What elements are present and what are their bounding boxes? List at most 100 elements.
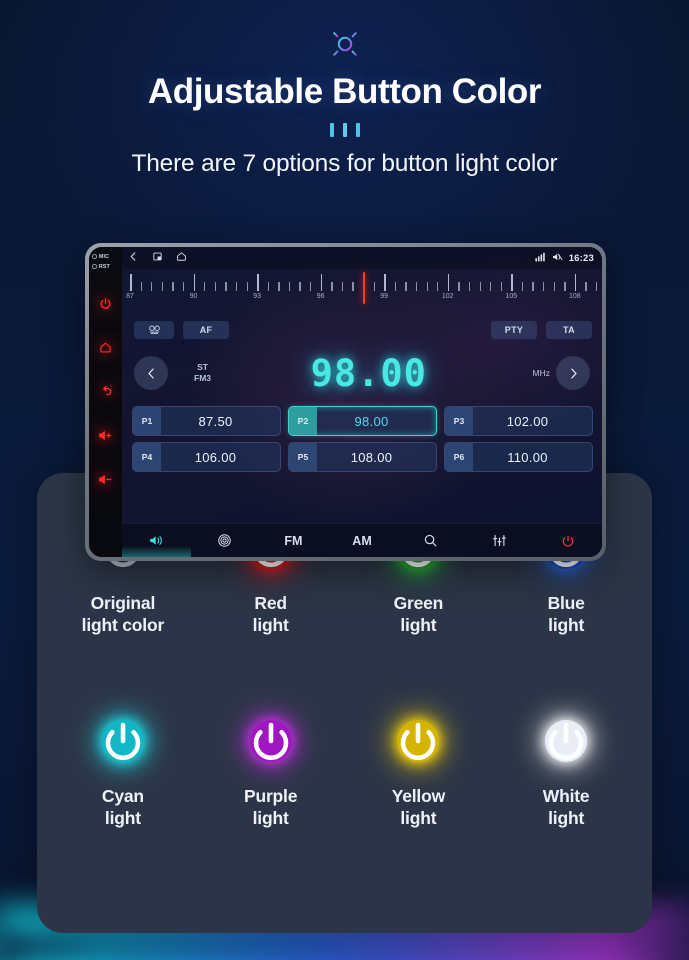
preset-button[interactable]: P1 87.50 xyxy=(132,406,281,436)
light-color-option[interactable]: Yellow light xyxy=(345,710,493,903)
preset-button[interactable]: P3 102.00 xyxy=(444,406,593,436)
status-bar-clock: 16:23 xyxy=(568,252,594,264)
preset-number: P3 xyxy=(445,407,473,435)
frequency-tick xyxy=(341,282,344,291)
preset-button[interactable]: P5 108.00 xyxy=(288,442,437,472)
preset-button[interactable]: P2 98.00 xyxy=(288,406,437,436)
frequency-tick xyxy=(267,282,269,291)
pty-button[interactable]: PTY xyxy=(491,320,537,339)
bezel-indicator-labels: MIC RST xyxy=(89,253,110,272)
light-color-label: White light xyxy=(542,786,590,828)
page-subtitle: There are 7 options for button light col… xyxy=(131,150,558,177)
frequency-tick xyxy=(574,274,577,291)
light-color-option[interactable]: Cyan light xyxy=(49,710,197,903)
frequency-tick-label: 93 xyxy=(253,293,261,300)
divider-dash xyxy=(329,123,334,137)
power-button-light-icon xyxy=(240,710,302,772)
android-status-bar: 16:23 xyxy=(122,247,602,269)
bottom-gradient-glow-strip xyxy=(0,934,689,960)
tune-previous-button[interactable] xyxy=(134,356,168,390)
frequency-tick xyxy=(257,274,259,291)
toolbar-am-button[interactable]: AM xyxy=(328,524,397,557)
frequency-tick-label: 108 xyxy=(568,293,581,300)
page-background: Adjustable Button Color There are 7 opti… xyxy=(0,0,689,960)
preset-frequency: 102.00 xyxy=(506,413,549,429)
divider-dash xyxy=(342,123,347,137)
power-button-light-icon xyxy=(535,710,597,772)
home-icon[interactable] xyxy=(176,249,187,267)
frequency-tick xyxy=(310,282,312,291)
head-unit-screen: 16:23 87 90 93 96 99 102 105 108 AF PTY … xyxy=(122,247,602,557)
toolbar-equalizer-button[interactable] xyxy=(465,524,534,557)
preset-frequency: 87.50 xyxy=(198,413,233,429)
light-color-option[interactable]: White light xyxy=(492,710,640,903)
screen-bottom-toolbar: FM AM xyxy=(122,523,602,557)
recent-apps-icon[interactable] xyxy=(152,249,163,267)
frequency-scale[interactable]: 87 90 93 96 99 102 105 108 xyxy=(126,272,598,316)
frequency-tick xyxy=(225,282,227,291)
bezel-back-icon[interactable] xyxy=(99,369,113,413)
car-head-unit-device: MIC RST 16:23 87 90 93 96 99 102 105 108… xyxy=(85,243,606,561)
frequency-tick xyxy=(214,282,217,291)
toolbar-search-button[interactable] xyxy=(396,524,465,557)
toolbar-speaker-button[interactable] xyxy=(122,524,191,557)
frequency-tick xyxy=(585,282,587,291)
divider-dash xyxy=(355,123,360,137)
tune-next-button[interactable] xyxy=(556,356,590,390)
preset-button[interactable]: P4 106.00 xyxy=(132,442,281,472)
toolbar-fm-button[interactable]: FM xyxy=(259,524,328,557)
bezel-volume-up-icon[interactable] xyxy=(98,413,113,457)
preset-frequency: 110.00 xyxy=(507,449,548,465)
light-color-label: Yellow light xyxy=(391,786,445,828)
power-button-light-icon xyxy=(387,710,449,772)
frequency-tick xyxy=(437,282,439,291)
light-color-label: Original light color xyxy=(81,593,165,635)
frequency-tick-label: 102 xyxy=(441,293,454,300)
preset-frequency: 98.00 xyxy=(354,413,389,429)
frequency-tick-label: 90 xyxy=(189,293,198,300)
frequency-tick xyxy=(458,282,460,291)
frequency-tick-label: 96 xyxy=(316,293,325,300)
light-color-label: Purple light xyxy=(243,786,298,828)
status-bar-nav-icons xyxy=(128,249,187,267)
frequency-tick xyxy=(426,282,428,291)
ta-button[interactable]: TA xyxy=(546,320,592,339)
rst-label: RST xyxy=(92,263,110,273)
af-button[interactable]: AF xyxy=(183,320,229,339)
frequency-tick xyxy=(130,274,132,291)
bezel-volume-down-icon[interactable] xyxy=(98,457,113,501)
preset-frequency: 108.00 xyxy=(350,449,393,465)
preset-number: P1 xyxy=(133,407,161,435)
frequency-tick xyxy=(182,282,185,291)
bezel-home-icon[interactable] xyxy=(99,325,112,369)
preset-button[interactable]: P6 110.00 xyxy=(444,442,593,472)
frequency-tick xyxy=(500,282,502,291)
light-color-option[interactable]: Purple light xyxy=(197,710,345,903)
frequency-tick-label: 99 xyxy=(380,293,389,300)
preset-number: P4 xyxy=(133,443,161,471)
frequency-tick xyxy=(479,282,481,291)
rds-eon-button[interactable] xyxy=(134,320,174,339)
toolbar-radar-scan-button[interactable] xyxy=(191,524,260,557)
frequency-tick xyxy=(384,274,386,291)
toolbar-power-button[interactable] xyxy=(533,524,602,557)
bezel-power-icon[interactable] xyxy=(99,281,112,325)
frequency-tick xyxy=(352,282,354,291)
frequency-tick xyxy=(468,282,471,291)
frequency-tick xyxy=(320,274,323,291)
frequency-tick xyxy=(151,282,153,291)
frequency-tick xyxy=(543,282,545,291)
power-button-light-icon xyxy=(92,710,154,772)
page-title: Adjustable Button Color xyxy=(147,72,542,111)
preset-number: P5 xyxy=(289,443,317,471)
preset-frequency: 106.00 xyxy=(194,449,237,465)
rds-button-row: AF PTY TA xyxy=(134,320,592,339)
frequency-tick xyxy=(288,282,291,291)
frequency-tick xyxy=(373,282,375,291)
light-color-label: Green light xyxy=(393,593,444,635)
back-chevron-icon[interactable] xyxy=(128,249,139,267)
frequency-tick xyxy=(278,282,280,291)
frequency-tick xyxy=(235,282,238,291)
frequency-tick xyxy=(521,282,524,291)
frequency-readout: 98.00 xyxy=(310,351,427,395)
